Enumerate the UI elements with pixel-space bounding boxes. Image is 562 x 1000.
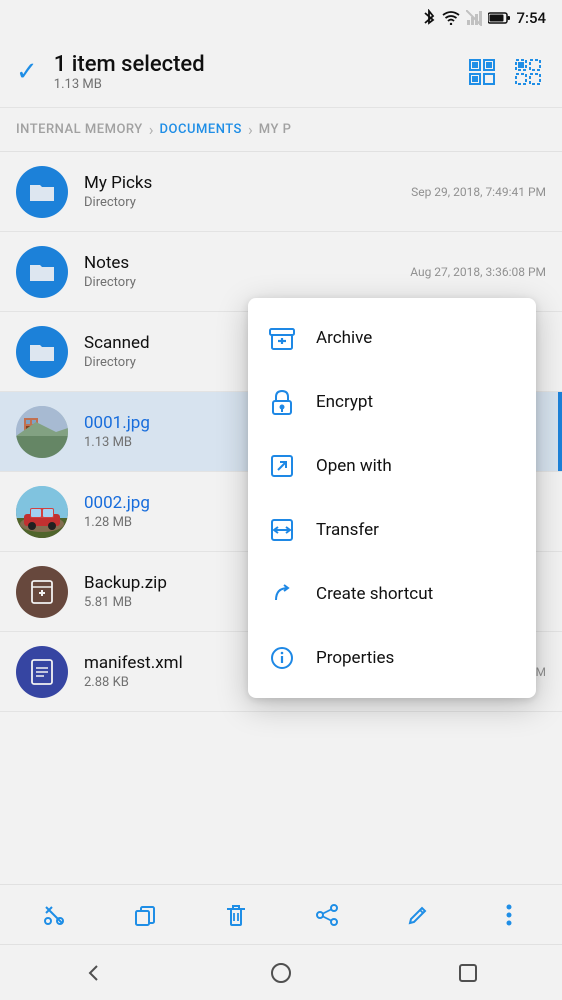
menu-item-transfer[interactable]: Transfer	[248, 498, 536, 562]
menu-label-properties: Properties	[316, 648, 394, 668]
transfer-icon	[268, 516, 296, 544]
menu-item-properties[interactable]: Properties	[248, 626, 536, 690]
menu-label-transfer: Transfer	[316, 520, 379, 540]
menu-label-shortcut: Create shortcut	[316, 584, 433, 604]
menu-item-shortcut[interactable]: Create shortcut	[248, 562, 536, 626]
archive-icon	[268, 324, 296, 352]
menu-label-encrypt: Encrypt	[316, 392, 373, 412]
menu-item-archive[interactable]: Archive	[248, 306, 536, 370]
context-menu: Archive Encrypt Open with	[248, 298, 536, 698]
menu-item-openwith[interactable]: Open with	[248, 434, 536, 498]
lock-icon	[268, 388, 296, 416]
shortcut-icon	[268, 580, 296, 608]
menu-item-encrypt[interactable]: Encrypt	[248, 370, 536, 434]
openwith-icon	[268, 452, 296, 480]
info-icon	[268, 644, 296, 672]
menu-label-archive: Archive	[316, 328, 372, 348]
menu-label-openwith: Open with	[316, 456, 392, 476]
